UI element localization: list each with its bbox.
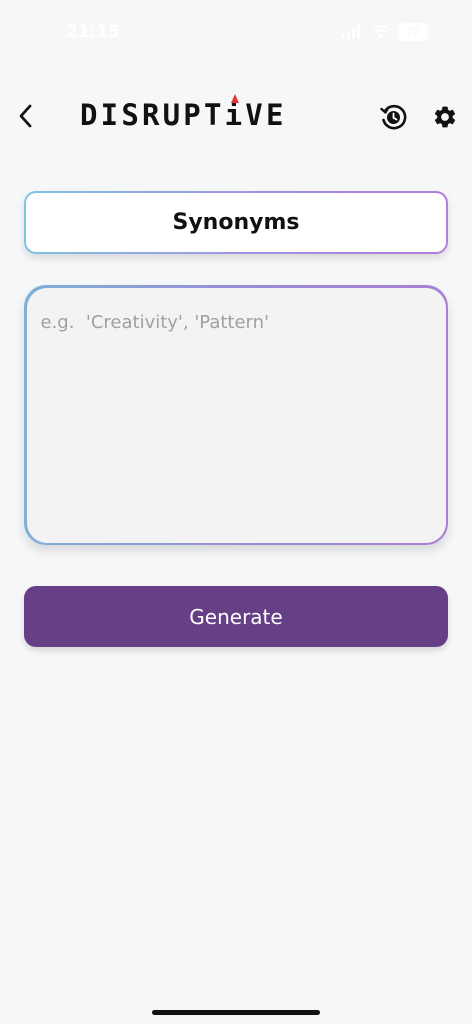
battery-indicator: 70	[398, 23, 428, 41]
status-icons: 70	[342, 22, 428, 42]
app-logo: DISRUPT i VE	[80, 94, 287, 133]
back-button[interactable]	[12, 102, 38, 130]
generate-button[interactable]: Generate	[24, 586, 448, 647]
settings-button[interactable]	[430, 102, 460, 132]
wifi-icon	[372, 25, 390, 38]
mode-label[interactable]: Synonyms	[26, 193, 446, 252]
gear-icon	[434, 106, 456, 128]
signal-icon	[342, 25, 364, 39]
logo-text-left: DISRUPT	[80, 98, 225, 132]
word-input-container	[24, 285, 448, 545]
status-bar: 21:15 70	[0, 0, 472, 64]
logo-text-right: VE	[245, 98, 287, 132]
home-indicator[interactable]	[152, 1010, 320, 1015]
history-button[interactable]	[378, 102, 408, 132]
mode-selector[interactable]: Synonyms	[24, 191, 448, 254]
logo-text-mark: i	[224, 98, 246, 132]
history-clock-icon	[380, 104, 407, 130]
word-input[interactable]	[26, 287, 446, 543]
app-header: DISRUPT i VE	[0, 88, 472, 144]
chevron-left-icon	[19, 104, 32, 128]
logo-pencil-mark: i	[224, 94, 246, 132]
status-time: 21:15	[66, 22, 121, 42]
